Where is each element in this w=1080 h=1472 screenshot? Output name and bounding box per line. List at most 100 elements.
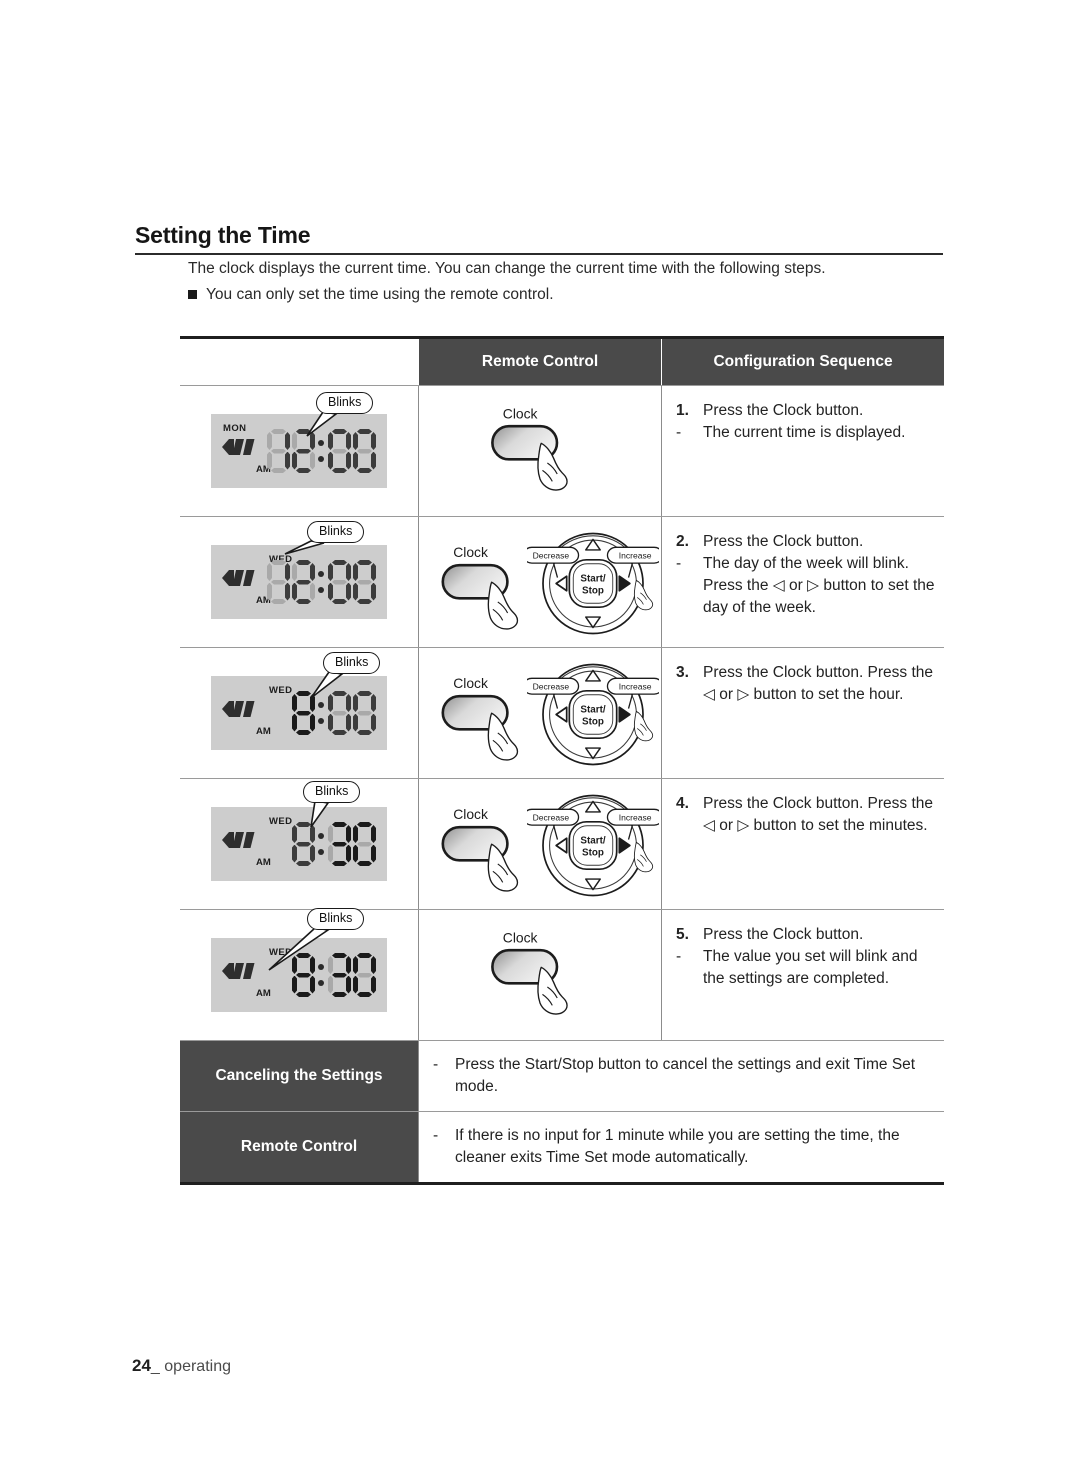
- table-row: WED AM Blinks Clock Start/Stop Decrease Increa…: [180, 517, 944, 648]
- segment-c: [371, 582, 376, 601]
- sequence-column: 1. Press the Clock button. - The current ti…: [662, 386, 944, 516]
- sequence-step: 3. Press the Clock button. Press the ◁ or…: [676, 662, 936, 706]
- step-marker: 4.: [676, 795, 689, 812]
- lcd-digit: [292, 560, 315, 604]
- segment-d: [296, 861, 311, 866]
- segment-a: [332, 560, 347, 565]
- pointing-hand-icon: [633, 711, 654, 742]
- segment-e: [267, 451, 272, 470]
- segment-d: [357, 599, 372, 604]
- lcd-day-of-week: MON: [223, 423, 247, 434]
- segment-f: [292, 825, 297, 843]
- svg-text:Decrease: Decrease: [533, 682, 570, 692]
- segment-c: [285, 582, 290, 601]
- segment-d: [296, 992, 311, 997]
- remote-art: Clock: [491, 929, 568, 1015]
- lcd-display-cell: WED AM Blinks: [180, 648, 418, 778]
- segment-g: [357, 841, 372, 847]
- segment-e: [353, 582, 358, 601]
- step-text: The day of the week will blink. Press th…: [703, 555, 935, 616]
- table-row: MON AM Blinks Clock 1. Press the Clock button…: [180, 386, 944, 517]
- segment-c: [371, 975, 376, 994]
- square-bullet-icon: [188, 290, 197, 299]
- segment-c: [371, 844, 376, 863]
- segment-g: [332, 710, 347, 716]
- note-label: Canceling the Settings: [180, 1041, 418, 1111]
- segment-d: [296, 730, 311, 735]
- segment-e: [292, 844, 297, 863]
- segment-g: [357, 710, 372, 716]
- sequence-step: 5. Press the Clock button.: [676, 924, 936, 946]
- segment-b: [371, 432, 376, 450]
- intro-bullet-text: You can only set the time using the remo…: [206, 286, 554, 303]
- sequence-step: 1. Press the Clock button.: [676, 400, 936, 422]
- footer-underscore: _: [150, 1358, 165, 1375]
- segment-c: [371, 713, 376, 732]
- segment-f: [328, 825, 333, 843]
- lcd-digit: [292, 822, 315, 866]
- note-body: - If there is no input for 1 minute while…: [418, 1112, 944, 1182]
- blinks-callout: Blinks: [316, 392, 374, 414]
- segment-g: [296, 579, 311, 585]
- clock-button-label: Clock: [503, 405, 538, 421]
- svg-text:Increase: Increase: [619, 813, 652, 823]
- segment-c: [346, 451, 351, 470]
- lcd-digit: [353, 429, 376, 473]
- lcd-colon: [317, 822, 326, 866]
- manual-page: Setting the Time The clock displays the …: [0, 0, 1080, 1472]
- segment-e: [353, 975, 358, 994]
- blinks-callout: Blinks: [307, 908, 365, 930]
- segment-a: [296, 429, 311, 434]
- pointing-hand-icon: [633, 842, 654, 873]
- pointing-hand-increase-icon: [633, 842, 654, 873]
- step-text: Press the Clock button.: [703, 926, 864, 943]
- segment-b: [371, 563, 376, 581]
- battery-icon: [222, 963, 255, 979]
- svg-text:Stop: Stop: [582, 716, 604, 727]
- lcd-column: WED AM Blinks: [180, 779, 418, 909]
- segment-a: [271, 429, 286, 434]
- lcd-display: WED AM Blinks: [211, 781, 387, 881]
- segment-g: [296, 841, 311, 847]
- sequence-column: 3. Press the Clock button. Press the ◁ or…: [662, 648, 944, 778]
- remote-column: Clock: [418, 910, 662, 1040]
- battery-icon: [222, 701, 255, 717]
- clock-button-label: Clock: [453, 675, 488, 691]
- segment-e: [292, 713, 297, 732]
- segment-c: [346, 713, 351, 732]
- step-text: The value you set will blink and the set…: [703, 948, 918, 987]
- lcd-column: WED AM Blinks: [180, 517, 418, 647]
- lcd-column: MON AM Blinks: [180, 386, 418, 516]
- intro-bullet-row: You can only set the time using the remo…: [188, 284, 948, 305]
- page-title: Setting the Time: [135, 222, 311, 248]
- segment-c: [310, 844, 315, 863]
- lcd-digit: [353, 822, 376, 866]
- segment-f: [328, 432, 333, 450]
- lcd-digit: [328, 822, 351, 866]
- segment-g: [332, 841, 347, 847]
- segment-a: [357, 560, 372, 565]
- segment-f: [328, 694, 333, 712]
- segment-f: [292, 563, 297, 581]
- lcd-digit: [267, 560, 290, 604]
- step-text: Press the Clock button.: [703, 402, 864, 419]
- step-marker: 1.: [676, 402, 689, 419]
- configuration-sequence-cell: 4. Press the Clock button. Press the ◁ or…: [662, 779, 944, 851]
- lcd-column: WED AM Blinks: [180, 648, 418, 778]
- lcd-colon: [317, 560, 326, 604]
- segment-b: [285, 432, 290, 450]
- segment-e: [353, 713, 358, 732]
- segment-b: [371, 694, 376, 712]
- segment-b: [346, 956, 351, 974]
- svg-text:Increase: Increase: [619, 551, 652, 561]
- lcd-digit: [292, 953, 315, 997]
- segment-f: [292, 956, 297, 974]
- segment-a: [296, 953, 311, 958]
- segment-e: [328, 451, 333, 470]
- remote-control-illustration: Clock Start/Stop Decrease Increase: [419, 779, 664, 909]
- segment-d: [271, 599, 286, 604]
- segment-a: [296, 560, 311, 565]
- configuration-sequence-cell: 5. Press the Clock button. - The value you …: [662, 910, 944, 1004]
- lcd-display-cell: MON AM Blinks: [180, 386, 418, 516]
- step-marker: -: [676, 948, 682, 965]
